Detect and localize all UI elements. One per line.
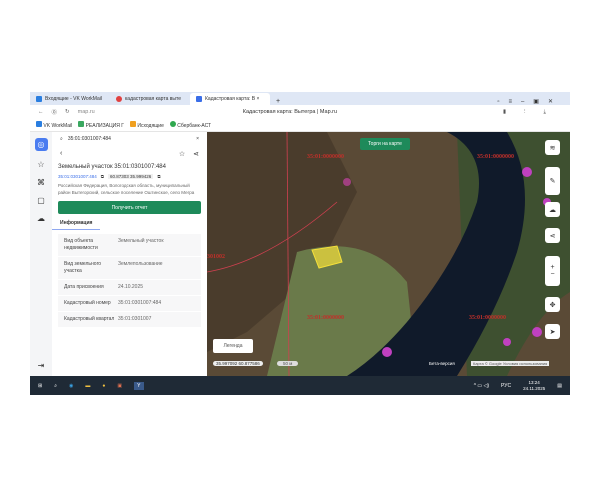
coords: 60.87303 35.999426 <box>108 174 154 179</box>
legend-button[interactable]: Легенда <box>213 339 253 353</box>
mail-icon <box>36 96 42 102</box>
explorer-icon[interactable]: ▬ <box>85 383 90 389</box>
star-icon[interactable]: ☆ <box>37 160 44 169</box>
back-icon[interactable]: ‹ <box>60 150 62 158</box>
cadastral-label: 35:01:0000000 <box>307 315 344 321</box>
zoom-controls[interactable]: + − <box>545 256 560 286</box>
auctions-button[interactable]: Торги на карте <box>360 138 410 150</box>
zoom-in-button[interactable]: + <box>550 264 554 271</box>
notifications-icon[interactable]: ▤ <box>557 383 570 389</box>
locate-button[interactable]: ➤ <box>545 324 560 339</box>
info-row: Кадастровый номер 35:01:0301007:484 <box>58 296 201 312</box>
app-icon[interactable]: ● <box>102 383 105 389</box>
yandex-browser-icon[interactable]: Y <box>134 381 144 390</box>
bookmark[interactable]: VK WorkMail <box>36 121 72 129</box>
bookmark[interactable]: РЕАЛИЗАЦИЯ Г <box>78 121 124 129</box>
start-icon[interactable]: ⊞ <box>38 383 42 389</box>
beta-label: Бета-версия <box>429 361 455 366</box>
scale-bar: 50 м <box>277 361 299 366</box>
search-icon[interactable]: ⌕ <box>54 383 57 389</box>
info-panel: ⌕ 35:01:0301007:484 × ‹ ☆ ⋖ Земельный участо… <box>52 132 207 376</box>
tab-info[interactable]: Информация <box>52 217 100 230</box>
share-icon[interactable]: ⋖ <box>193 150 199 158</box>
map[interactable]: 35:01:0000000 35:01:0000000 35:01:000000… <box>207 132 570 376</box>
cloud-icon[interactable]: ☁ <box>37 214 45 223</box>
document-icon[interactable]: ▢ <box>37 196 45 205</box>
draw-tools[interactable]: ✎ <box>545 167 560 195</box>
url-field[interactable]: map.ru <box>78 109 95 115</box>
left-rail: ◎ ☆ ⌘ ▢ ☁ ⇥ <box>30 132 52 376</box>
parcel-number-link[interactable]: 35:01:0301007:484 <box>58 174 97 179</box>
shield-icon[interactable]: ⓪ <box>52 108 58 116</box>
layers-button[interactable]: ≋ <box>545 140 560 155</box>
bookmark[interactable]: Исходящие <box>129 121 164 129</box>
get-report-button[interactable]: Получить отчет <box>58 201 201 214</box>
login-icon[interactable]: ⇥ <box>38 361 45 370</box>
info-row: Вид земельного участка Землепользование <box>58 257 201 280</box>
tab-bar: Входящие - VK WorkMail кадастровая карта… <box>30 92 570 105</box>
search-icon: ⌕ <box>60 136 63 142</box>
language-indicator[interactable]: РУС <box>501 383 511 389</box>
cursor-coords: 35.997092 60.877586 <box>213 361 263 366</box>
search-input[interactable]: 35:01:0301007:484 <box>68 136 111 142</box>
star-icon[interactable]: ☆ <box>179 150 185 158</box>
tab-workmail[interactable]: Входящие - VK WorkMail <box>30 93 110 105</box>
clock[interactable]: 13:24 24.11.2025 <box>523 380 545 392</box>
address-bar: ← ⓪ ↻ map.ru Кадастровая карта: Вытегра | … <box>30 105 570 119</box>
edge-icon[interactable]: ◉ <box>69 383 73 389</box>
tab-map[interactable]: Кадастровая карта: В × <box>190 93 270 105</box>
map-icon <box>196 96 202 102</box>
parcel-title: Земельный участок 35:01:0301007:484 <box>58 164 166 170</box>
info-row: Вид объекта недвижимости Земельный участо… <box>58 234 201 257</box>
clear-icon[interactable]: × <box>196 136 199 142</box>
cadastral-label: 35:01:0000000 <box>477 154 514 160</box>
search-box[interactable]: ⌕ 35:01:0301007:484 × <box>52 132 207 146</box>
window-controls[interactable]: ▫≡–▣✕ <box>497 98 570 105</box>
cadastral-label: 301002 <box>207 254 225 260</box>
app-logo[interactable]: ◎ <box>34 138 48 151</box>
zoom-out-button[interactable]: − <box>550 271 554 278</box>
cadastral-label: 35:01:0000000 <box>469 315 506 321</box>
bookmarks-bar: VK WorkMail РЕАЛИЗАЦИЯ Г Исходящие Сберб… <box>30 119 570 132</box>
copy-icon[interactable]: ⧉ <box>101 174 104 179</box>
page-title: Кадастровая карта: Вытегра | Map.ru <box>242 109 338 115</box>
info-row: Кадастровый квартал 35:01:0301007 <box>58 312 201 328</box>
layers-icon[interactable]: ⌘ <box>37 178 45 187</box>
app-icon[interactable]: ▣ <box>117 383 122 389</box>
reload-icon[interactable]: ↻ <box>65 109 70 115</box>
browser-window: Входящие - VK WorkMail кадастровая карта… <box>30 92 570 395</box>
yandex-icon <box>116 96 122 102</box>
browser-menu-icons[interactable]: ▮⋮⤓ <box>503 109 570 116</box>
parcel-address: Российская Федерация, Вологодская област… <box>58 183 195 195</box>
cadastral-label: 35:01:0000000 <box>307 154 344 160</box>
upload-button[interactable]: ☁ <box>545 202 560 217</box>
move-button[interactable]: ✥ <box>545 297 560 312</box>
info-row: Дата присвоения 24.10.2025 <box>58 280 201 296</box>
tray-icons[interactable]: ^ ▭ ◁) <box>474 383 489 389</box>
attribution[interactable]: Карта © Google Условия использования <box>471 361 550 366</box>
tab-search[interactable]: кадастровая карта выте <box>110 93 190 105</box>
back-icon[interactable]: ← <box>38 109 44 115</box>
bookmark[interactable]: Сбербанк-АСТ <box>169 121 211 129</box>
taskbar: ⊞ ⌕ ◉ ▬ ● ▣ Y ^ ▭ ◁) РУС 13:24 24.11.2025 ▤ <box>30 376 570 395</box>
share-button[interactable]: ⋖ <box>545 228 560 243</box>
new-tab-button[interactable]: + <box>270 98 286 105</box>
satellite-layer <box>207 132 570 376</box>
copy-icon[interactable]: ⧉ <box>157 174 160 179</box>
